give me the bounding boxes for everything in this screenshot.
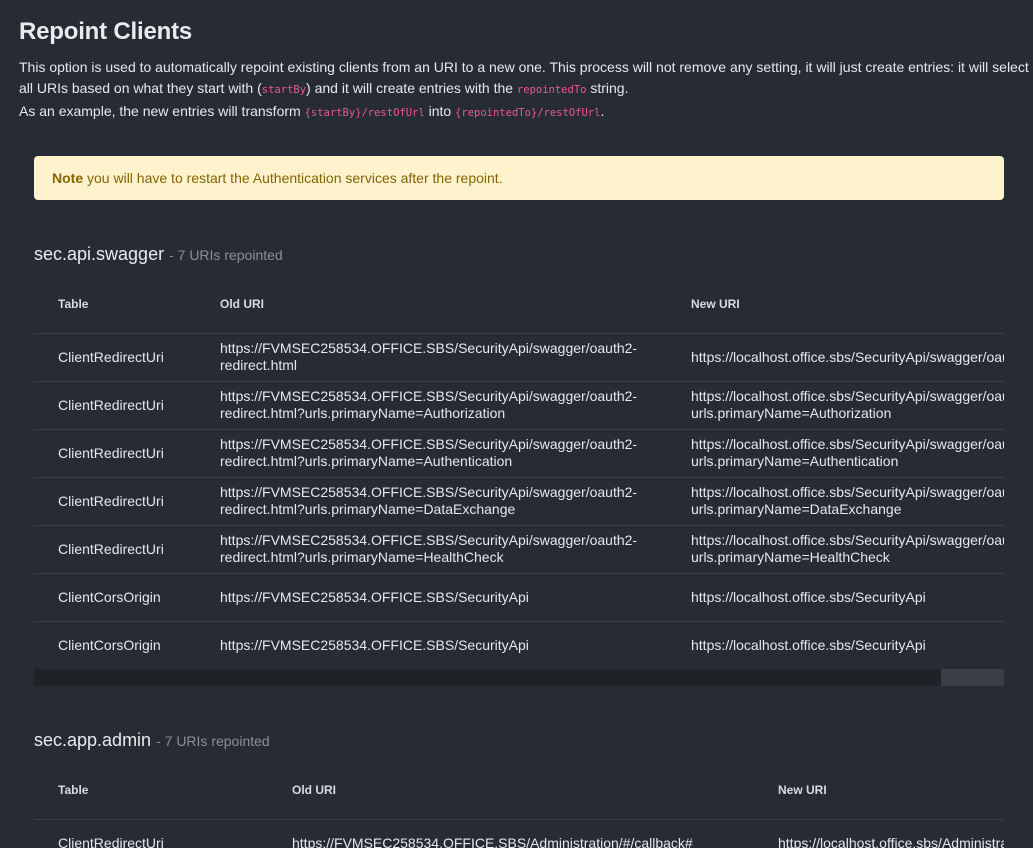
intro-line2-a: As an example, the new entries will tran… bbox=[19, 103, 305, 119]
section-name: sec.api.swagger bbox=[34, 244, 165, 264]
intro-line1-c: string. bbox=[586, 80, 629, 96]
section-heading: sec.api.swagger - 7 URIs repointed bbox=[34, 244, 283, 265]
cell-new-uri: https://localhost.office.sbs/Administrat… bbox=[754, 819, 1004, 848]
cell-new-uri: https://localhost.office.sbs/SecurityApi… bbox=[667, 477, 1004, 526]
column-header-old-uri: Old URI bbox=[196, 276, 667, 334]
cell-table: ClientRedirectUri bbox=[34, 429, 196, 478]
repoint-table: Table Old URI New URI ClientRedirectUri … bbox=[34, 276, 1004, 669]
cell-table: ClientRedirectUri bbox=[34, 381, 196, 430]
column-header-table: Table bbox=[34, 276, 196, 334]
cell-old-uri: https://FVMSEC258534.OFFICE.SBS/Security… bbox=[196, 429, 667, 478]
cell-old-uri: https://FVMSEC258534.OFFICE.SBS/Security… bbox=[196, 477, 667, 526]
cell-old-uri: https://FVMSEC258534.OFFICE.SBS/Administ… bbox=[268, 819, 754, 848]
code-example-from: {startBy}/restOfUrl bbox=[304, 107, 425, 119]
cell-old-uri: https://FVMSEC258534.OFFICE.SBS/Security… bbox=[196, 573, 667, 622]
table-row: ClientRedirectUri https://FVMSEC258534.O… bbox=[34, 333, 1004, 382]
intro-line2-c: . bbox=[600, 103, 605, 119]
table-row: ClientRedirectUri https://FVMSEC258534.O… bbox=[34, 381, 1004, 430]
cell-table: ClientRedirectUri bbox=[34, 477, 196, 526]
cell-table: ClientRedirectUri bbox=[34, 333, 196, 382]
section-count: - 7 URIs repointed bbox=[156, 733, 270, 749]
cell-old-uri: https://FVMSEC258534.OFFICE.SBS/Security… bbox=[196, 381, 667, 430]
cell-new-uri: https://localhost.office.sbs/SecurityApi bbox=[691, 636, 926, 653]
repoint-table: Table Old URI New URI ClientRedirectUri … bbox=[34, 762, 1004, 848]
cell-new-uri: https://localhost.office.sbs/SecurityApi… bbox=[667, 333, 1004, 382]
column-header-old-uri: Old URI bbox=[268, 762, 754, 820]
code-repointedto: repointedTo bbox=[516, 84, 587, 96]
cell-new-uri: https://localhost.office.sbs/SecurityApi bbox=[667, 573, 1004, 622]
cell-new-uri: https://localhost.office.sbs/SecurityApi… bbox=[667, 381, 1004, 430]
table-row: ClientRedirectUri https://FVMSEC258534.O… bbox=[34, 477, 1004, 526]
cell-old-uri: https://FVMSEC258534.OFFICE.SBS/Security… bbox=[196, 333, 667, 382]
cell-old-uri: https://FVMSEC258534.OFFICE.SBS/Security… bbox=[196, 525, 667, 574]
note-alert: Note you will have to restart the Authen… bbox=[34, 156, 1004, 200]
table-row: ClientCorsOrigin https://FVMSEC258534.OF… bbox=[34, 573, 1004, 622]
repoint-clients-page: Repoint Clients This option is used to a… bbox=[0, 0, 1033, 848]
note-label: Note bbox=[52, 170, 84, 186]
intro-line2-b: into bbox=[424, 103, 456, 119]
section-heading: sec.app.admin - 7 URIs repointed bbox=[34, 730, 270, 751]
cell-new-uri: https://localhost.office.sbs/SecurityApi… bbox=[667, 525, 1004, 574]
table-scroll-area[interactable]: Table Old URI New URI ClientRedirectUri … bbox=[34, 762, 1004, 848]
table-row: ClientRedirectUri https://FVMSEC258534.O… bbox=[34, 819, 1004, 848]
table-row: ClientCorsOrigin https://FVMSEC258534.OF… bbox=[34, 621, 1004, 669]
table-scroll-area[interactable]: Table Old URI New URI ClientRedirectUri … bbox=[34, 276, 1004, 669]
table-row: ClientRedirectUri https://FVMSEC258534.O… bbox=[34, 429, 1004, 478]
cell-table: ClientRedirectUri bbox=[34, 525, 196, 574]
scrollbar-thumb[interactable] bbox=[941, 669, 1004, 686]
note-text: you will have to restart the Authenticat… bbox=[83, 170, 503, 186]
intro-text: This option is used to automatically rep… bbox=[19, 57, 1029, 124]
table-row: ClientRedirectUri https://FVMSEC258534.O… bbox=[34, 525, 1004, 574]
section-count: - 7 URIs repointed bbox=[169, 247, 283, 263]
intro-line1-b: ) and it will create entries with the bbox=[306, 80, 517, 96]
cell-table: ClientRedirectUri bbox=[34, 819, 268, 848]
cell-table: ClientCorsOrigin bbox=[34, 573, 196, 622]
column-header-new-uri: New URI bbox=[667, 276, 1004, 334]
page-title: Repoint Clients bbox=[19, 18, 193, 45]
horizontal-scrollbar[interactable] bbox=[34, 669, 1004, 686]
table-header-row: Table Old URI New URI bbox=[34, 762, 1004, 820]
cell-table: ClientCorsOrigin bbox=[58, 636, 161, 653]
column-header-table: Table bbox=[34, 762, 268, 820]
code-startby: startBy bbox=[261, 84, 307, 96]
section-name: sec.app.admin bbox=[34, 730, 152, 750]
cell-new-uri: https://localhost.office.sbs/SecurityApi… bbox=[667, 429, 1004, 478]
cell-old-uri: https://FVMSEC258534.OFFICE.SBS/Security… bbox=[220, 636, 529, 653]
column-header-new-uri: New URI bbox=[754, 762, 1004, 820]
code-example-to: {repointedTo}/restOfUrl bbox=[455, 107, 601, 119]
table-header-row: Table Old URI New URI bbox=[34, 276, 1004, 334]
